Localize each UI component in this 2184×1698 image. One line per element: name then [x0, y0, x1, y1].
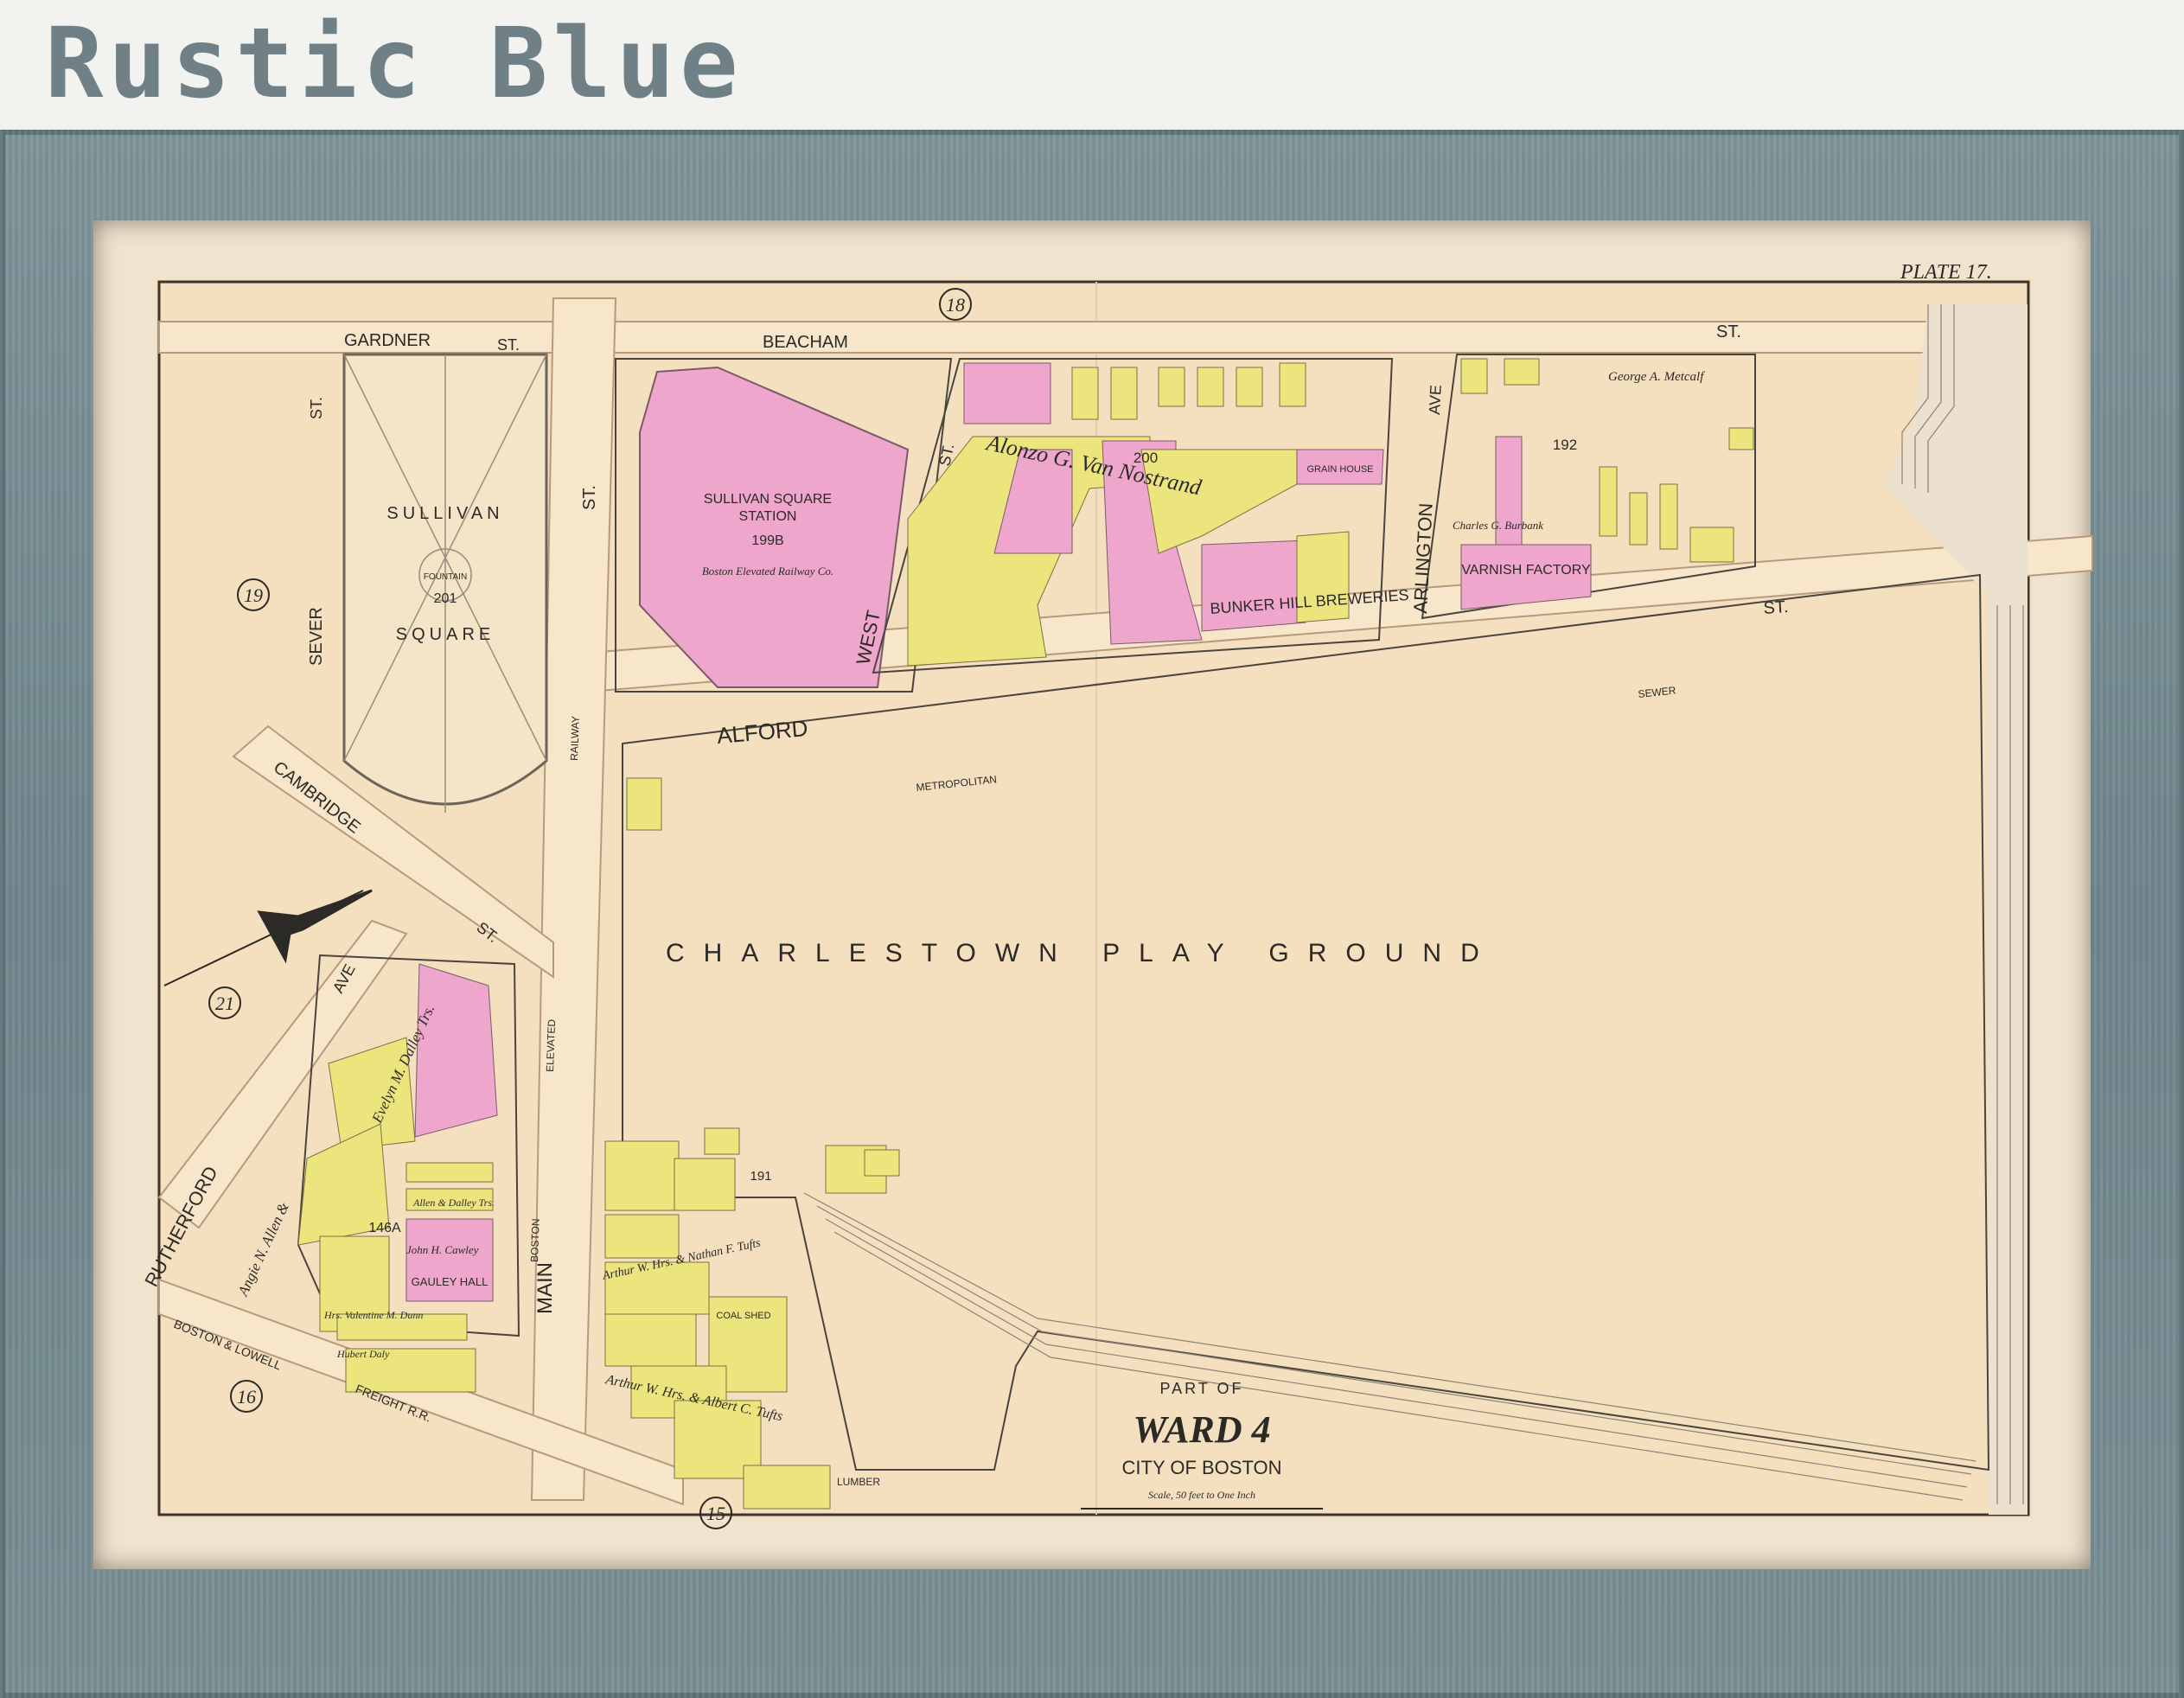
plate-ref-21: 21 — [215, 993, 234, 1014]
lot-192-label: 192 — [1553, 437, 1577, 453]
daly-label: Hubert Daly — [336, 1348, 390, 1360]
ward-map: PLATE 17. 18 19 21 16 15 GARDNER ST. BEA… — [140, 261, 2093, 1529]
beacham-st-label: ST. — [1716, 322, 1741, 342]
gardner-label: GARDNER — [344, 331, 431, 350]
lot-191-label: 191 — [750, 1169, 771, 1184]
gauley-hall-label: GAULEY HALL — [412, 1275, 489, 1288]
gardner-st-label: ST. — [497, 336, 520, 354]
sever-label: SEVER — [307, 607, 326, 666]
grain-house-label: GRAIN HOUSE — [1306, 464, 1373, 475]
plate-ref-16: 16 — [237, 1386, 256, 1408]
elevated-label: ELEVATED — [544, 1018, 558, 1072]
scale-text: Scale, 50 feet to One Inch — [1148, 1489, 1255, 1501]
sever-st-label: ST. — [308, 397, 325, 419]
square-label: SQUARE — [396, 625, 495, 644]
lot-201-label: 201 — [434, 591, 457, 606]
burbank-label: Charles G. Burbank — [1453, 519, 1543, 532]
coal-shed-label: COAL SHED — [716, 1311, 770, 1321]
railway-label: RAILWAY — [568, 716, 582, 761]
title-ward: WARD 4 — [1133, 1408, 1270, 1451]
sullivan-label: SULLIVAN — [386, 504, 503, 523]
varnish-label: VARNISH FACTORY — [1461, 563, 1591, 578]
allen-dalley-label: Allen & Dalley Trs. — [412, 1197, 495, 1209]
breweries-building — [1201, 539, 1306, 632]
title-part-of: PART OF — [1159, 1380, 1243, 1397]
pink-lot-5 — [414, 963, 498, 1138]
dunn-label: Hrs. Valentine M. Dunn — [323, 1309, 423, 1321]
plate-ref-18: 18 — [946, 294, 965, 316]
cawley-label: John H. Cawley — [406, 1243, 479, 1256]
main-st-label-north: ST. — [580, 485, 599, 510]
pink-lot-1 — [963, 362, 1051, 424]
lumber-label: LUMBER — [837, 1476, 880, 1488]
alford-st-label: ST. — [1763, 597, 1789, 618]
metcalf-label: George A. Metcalf — [1608, 370, 1705, 384]
fountain-label: FOUNTAIN — [424, 572, 467, 582]
title-city: CITY OF BOSTON — [1122, 1457, 1282, 1478]
plate-ref-15: 15 — [706, 1503, 725, 1524]
lot-146a-label: 146A — [368, 1221, 401, 1235]
station-label-2: STATION — [739, 509, 797, 524]
plate-label: PLATE 17. — [1900, 261, 1992, 284]
plate-ref-19: 19 — [244, 584, 263, 606]
main-label: MAIN — [533, 1262, 557, 1314]
playground-label: CHARLESTOWN PLAY GROUND — [666, 939, 1498, 967]
beacham-label: BEACHAM — [763, 333, 848, 352]
boston-label: BOSTON — [528, 1218, 542, 1262]
station-label-1: SULLIVAN SQUARE — [704, 492, 832, 507]
station-lot-label: 199B — [751, 533, 783, 548]
gauley-hall-building — [406, 1218, 494, 1302]
arlington-ave-label: AVE — [1426, 385, 1445, 416]
station-owner-label: Boston Elevated Railway Co. — [702, 565, 833, 578]
